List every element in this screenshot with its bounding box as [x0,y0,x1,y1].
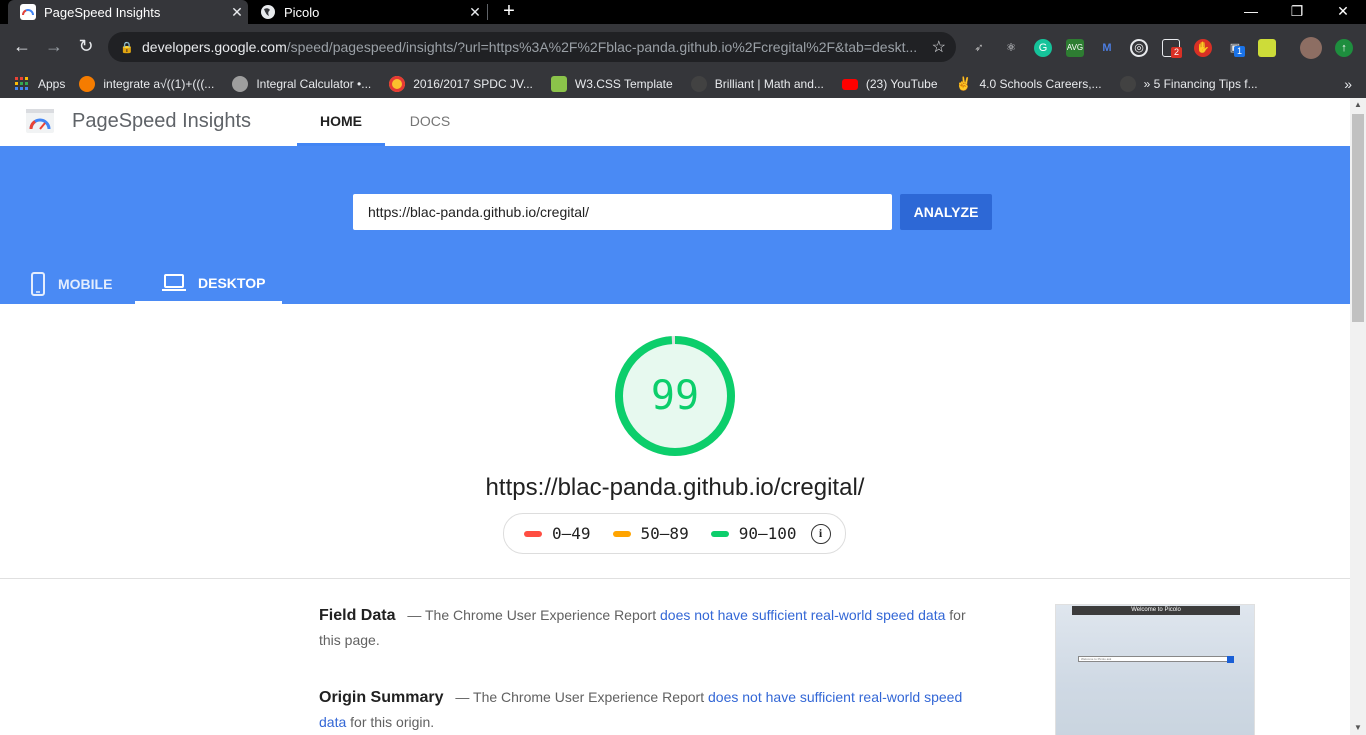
bookmark-integral-calculator[interactable]: Integral Calculator •... [232,76,371,92]
analyze-banner: ANALYZE MOBILE DESKTOP [0,146,1350,304]
forward-icon[interactable]: → [42,34,66,58]
pagespeed-logo-icon [26,109,54,133]
address-url: developers.google.com/speed/pagespeed/in… [142,39,918,55]
scrollbar-thumb[interactable] [1352,114,1364,322]
bookmarks-overflow-icon[interactable]: » [1344,76,1352,92]
nav-tab-docs[interactable]: DOCS [385,98,475,146]
legend-swatch [524,530,542,537]
gear-sun-icon [79,76,96,92]
origin-summary-heading: Origin Summary [319,689,444,706]
tab-mobile-label: MOBILE [58,276,113,292]
globe-icon [260,4,276,20]
close-window-icon[interactable]: ✕ [1320,0,1366,24]
tab-desktop[interactable]: DESKTOP [135,264,282,304]
tab-title: Picolo [284,4,320,20]
bookmark-spdc[interactable]: 2016/2017 SPDC JV... [389,76,533,92]
legend-item-average: 50–89 [612,524,689,543]
bookmark-4-0-schools[interactable]: ✌ 4.0 Schools Careers,... [956,76,1102,92]
legend-swatch [710,530,729,537]
new-tab-icon[interactable]: + [498,0,520,24]
bookmark-star-icon[interactable]: ☆ [932,37,946,57]
browser-toolbar: ← → ↻ 🔒 developers.google.com/speed/page… [0,24,1366,70]
legend-swatch [612,530,631,537]
avg-icon[interactable]: AVG [1066,39,1084,57]
grammarly-icon[interactable]: G [1034,39,1052,57]
tab-mobile[interactable]: MOBILE [30,264,112,304]
laptop-icon [162,273,186,291]
field-data-section: Field Data — The Chrome User Experience … [319,607,966,648]
pagespeed-favicon-icon [20,4,36,20]
extension-badge: 1 [1234,46,1245,57]
analyze-button[interactable]: ANALYZE [900,194,992,230]
avatar[interactable] [1300,37,1322,59]
restore-icon[interactable]: ❐ [1274,0,1320,24]
m-extension-icon[interactable]: M [1098,39,1116,57]
legend-item-fail: 0–49 [524,524,591,543]
back-icon[interactable]: ← [10,34,34,58]
field-data-heading: Field Data [319,607,396,624]
app-title: PageSpeed Insights [72,110,252,132]
tab-strip: PageSpeed Insights ✕ Picolo ✕ + — ❐ ✕ [0,0,1366,24]
tab-pagespeed[interactable]: PageSpeed Insights ✕ [8,0,248,24]
box-extension-icon[interactable]: ▣ 1 [1226,39,1245,57]
scroll-up-icon[interactable]: ▲ [1350,98,1366,112]
thumbnail-input: Welcome to Picolo ask [1078,656,1228,662]
page-content: PageSpeed Insights HOME DOCS ANALYZE MOB… [0,98,1350,735]
thumbnail-title: Welcome to Picolo [1072,606,1240,615]
extension-badge: 2 [1171,47,1182,58]
page-scrollbar[interactable]: ▲ ▼ [1350,98,1366,735]
extension-arrow-icon[interactable]: ➶ [970,39,988,57]
integral-icon [232,76,249,92]
b-icon [1119,76,1136,92]
tab-separator [487,4,488,20]
score-legend: 0–49 50–89 90–100 i [503,513,846,554]
lock-icon: 🔒 [120,41,134,54]
performance-score: 99 [650,373,700,419]
close-tab-icon[interactable]: ✕ [464,4,486,21]
target-icon[interactable]: ◎ [1130,39,1148,57]
tab-desktop-label: DESKTOP [198,274,266,291]
brilliant-icon [690,76,707,92]
scroll-down-icon[interactable]: ▼ [1350,721,1366,735]
bookmark-integrate[interactable]: integrate a√((1)+(((... [79,76,214,92]
update-arrow-icon[interactable]: ↑ [1335,39,1353,57]
bookmark-financing-tips[interactable]: » 5 Financing Tips f... [1119,76,1258,92]
hand-stop-icon[interactable]: ✋ [1194,39,1212,57]
page-screenshot-thumbnail: Welcome to Picolo Welcome to Picolo ask [1055,604,1255,735]
section-divider [0,578,1350,579]
mobile-phone-icon [31,272,45,296]
react-icon[interactable]: ⚛ [1002,39,1020,57]
url-input[interactable] [353,194,892,230]
origin-summary-section: Origin Summary — The Chrome User Experie… [319,689,963,730]
nav-tab-home[interactable]: HOME [297,98,385,146]
address-bar[interactable]: 🔒 developers.google.com/speed/pagespeed/… [108,32,956,62]
bookmark-apps[interactable]: Apps [14,76,65,92]
bookmarks-bar: Apps integrate a√((1)+(((... Integral Ca… [0,70,1366,98]
field-data-link[interactable]: does not have sufficient real-world spee… [660,607,945,623]
bookmark-brilliant[interactable]: Brilliant | Math and... [690,76,824,92]
hand-icon: ✌ [955,76,972,91]
image-extension-icon[interactable] [1258,39,1276,57]
apps-grid-icon [14,76,30,92]
chart-icon [550,76,567,92]
youtube-icon [841,78,858,90]
tab-title: PageSpeed Insights [44,4,161,20]
reload-icon[interactable]: ↻ [74,34,98,58]
thumbnail-button [1227,656,1234,663]
legend-item-pass: 90–100 [710,524,797,543]
screen-extension-icon[interactable]: 2 [1162,39,1182,58]
info-icon[interactable]: i [810,523,831,544]
tab-picolo[interactable]: Picolo ✕ [250,0,486,24]
bookmark-w3css[interactable]: W3.CSS Template [550,76,673,92]
tested-url: https://blac-panda.github.io/cregital/ [485,474,865,501]
close-tab-icon[interactable]: ✕ [226,4,248,21]
shell-icon [389,76,406,92]
minimize-icon[interactable]: — [1228,0,1274,24]
bookmark-youtube[interactable]: (23) YouTube [841,77,938,91]
app-header: PageSpeed Insights HOME DOCS [0,98,1350,146]
